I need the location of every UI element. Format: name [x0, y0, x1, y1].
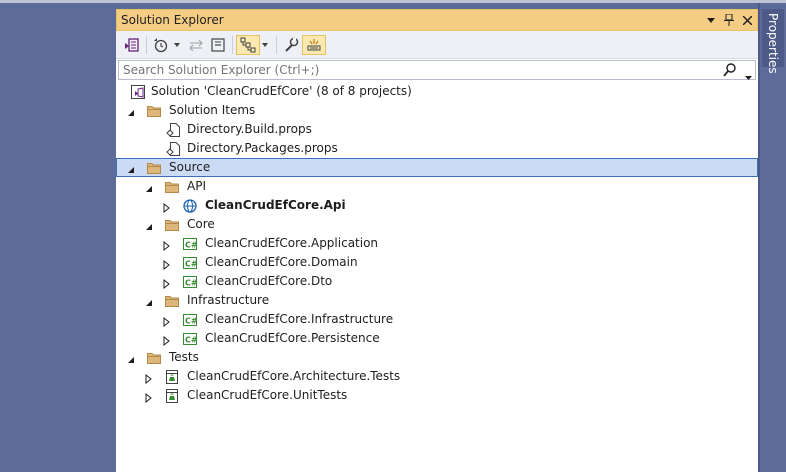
tree-item-persistence-project[interactable]: C# CleanCrudEfCore.Persistence: [116, 329, 758, 348]
tree-item-unit-tests-project[interactable]: CleanCrudEfCore.UnitTests: [116, 386, 758, 405]
tree-item-label: Infrastructure: [187, 293, 270, 307]
collapsed-arrow-icon[interactable]: [144, 371, 154, 385]
folder-icon: [146, 350, 162, 366]
csharp-project-icon: C#: [182, 274, 198, 290]
tree-item-label: Solution Items: [169, 103, 256, 117]
tree-item-domain-project[interactable]: C# CleanCrudEfCore.Domain: [116, 253, 758, 272]
properties-wrench-icon[interactable]: [280, 35, 302, 55]
tree-item-api-project[interactable]: CleanCrudEfCore.Api: [116, 196, 758, 215]
show-all-files-icon[interactable]: [236, 35, 260, 55]
close-icon[interactable]: [739, 12, 755, 28]
expanded-arrow-icon[interactable]: [126, 105, 136, 116]
properties-side-tab[interactable]: Properties: [762, 9, 784, 74]
collapsed-arrow-icon[interactable]: [162, 238, 172, 252]
pending-changes-filter-icon[interactable]: [150, 35, 172, 55]
csharp-project-icon: C#: [182, 236, 198, 252]
folder-icon: [164, 293, 180, 309]
tree-item-tests-folder[interactable]: Tests: [116, 348, 758, 367]
tree-item-application-project[interactable]: C# CleanCrudEfCore.Application: [116, 234, 758, 253]
folder-icon: [164, 217, 180, 233]
search-input[interactable]: [119, 61, 723, 79]
collapsed-arrow-icon[interactable]: [162, 257, 172, 271]
show-all-files-dropdown-chevron-icon[interactable]: [260, 35, 270, 55]
tree-item-directory-packages-props[interactable]: Directory.Packages.props: [116, 139, 758, 158]
test-project-icon: [164, 388, 180, 404]
search-box[interactable]: [118, 60, 756, 80]
expanded-arrow-icon[interactable]: [144, 181, 154, 192]
tree-item-solution[interactable]: Solution 'CleanCrudEfCore' (8 of 8 proje…: [116, 82, 758, 101]
expanded-arrow-icon[interactable]: [126, 352, 136, 363]
filter-dropdown-chevron-icon[interactable]: [172, 35, 182, 55]
window-position-dropdown-icon[interactable]: [703, 12, 719, 28]
sync-with-active-document-icon[interactable]: [186, 35, 206, 55]
pin-icon[interactable]: [721, 12, 737, 28]
tree-item-solution-items[interactable]: Solution Items: [116, 101, 758, 120]
svg-text:C#: C#: [185, 336, 198, 345]
side-tab-bar: Properties: [760, 3, 786, 472]
collapsed-arrow-icon[interactable]: [144, 390, 154, 404]
properties-side-tab-label: Properties: [766, 13, 780, 74]
panel-title-bar[interactable]: Solution Explorer: [116, 9, 758, 31]
search-icon[interactable]: [723, 63, 737, 82]
folder-icon: [146, 103, 162, 119]
tree-item-label: Directory.Build.props: [187, 122, 312, 136]
test-project-icon: [164, 369, 180, 385]
tree-item-label: Source: [169, 160, 211, 174]
panel-title: Solution Explorer: [121, 13, 224, 27]
solution-explorer-panel: Solution Explorer Search Solution Explor…: [116, 9, 758, 472]
tree-item-infrastructure-project[interactable]: C# CleanCrudEfCore.Infrastructure: [116, 310, 758, 329]
solution-icon: [130, 84, 146, 100]
web-project-icon: [182, 198, 198, 214]
collapsed-arrow-icon[interactable]: [162, 200, 172, 214]
tree-item-core-folder[interactable]: Core: [116, 215, 758, 234]
tree-item-label: CleanCrudEfCore.Application: [205, 236, 379, 250]
tree-item-api-folder[interactable]: API: [116, 177, 758, 196]
collapse-all-icon[interactable]: [208, 35, 228, 55]
tree-item-source[interactable]: Source: [116, 158, 758, 177]
switch-views-icon[interactable]: [120, 35, 142, 55]
file-icon: [166, 141, 182, 157]
svg-text:C#: C#: [185, 279, 198, 288]
expanded-arrow-icon[interactable]: [144, 295, 154, 306]
tree-item-label: Directory.Packages.props: [187, 141, 338, 155]
collapsed-arrow-icon[interactable]: [162, 276, 172, 290]
csharp-project-icon: C#: [182, 312, 198, 328]
tree-item-label: Core: [187, 217, 215, 231]
tree-item-label: API: [187, 179, 206, 193]
tree-item-directory-build-props[interactable]: Directory.Build.props: [116, 120, 758, 139]
file-icon: [166, 122, 182, 138]
svg-text:C#: C#: [185, 317, 198, 326]
tree-item-label: CleanCrudEfCore.UnitTests: [187, 388, 348, 402]
collapsed-arrow-icon[interactable]: [162, 333, 172, 347]
expanded-arrow-icon[interactable]: [126, 162, 136, 173]
window-top-strip: [0, 0, 786, 3]
csharp-project-icon: C#: [182, 255, 198, 271]
panel-toolbar: [116, 31, 758, 59]
tree-item-label: CleanCrudEfCore.Api: [205, 198, 346, 212]
tree-item-label: CleanCrudEfCore.Architecture.Tests: [187, 369, 401, 383]
collapsed-arrow-icon[interactable]: [162, 314, 172, 328]
preview-selected-items-icon[interactable]: [302, 35, 326, 55]
tree-item-label: CleanCrudEfCore.Domain: [205, 255, 358, 269]
svg-text:C#: C#: [185, 260, 198, 269]
tree-item-label: CleanCrudEfCore.Persistence: [205, 331, 380, 345]
csharp-project-icon: C#: [182, 331, 198, 347]
tree-item-architecture-tests-project[interactable]: CleanCrudEfCore.Architecture.Tests: [116, 367, 758, 386]
tree-item-label: Tests: [169, 350, 199, 364]
svg-text:C#: C#: [185, 241, 198, 250]
expanded-arrow-icon[interactable]: [144, 219, 154, 230]
tree-item-label: CleanCrudEfCore.Dto: [205, 274, 333, 288]
tree-item-label: Solution 'CleanCrudEfCore' (8 of 8 proje…: [151, 84, 412, 98]
tree-item-label: CleanCrudEfCore.Infrastructure: [205, 312, 394, 326]
tree-item-dto-project[interactable]: C# CleanCrudEfCore.Dto: [116, 272, 758, 291]
folder-icon: [164, 179, 180, 195]
tree-item-infrastructure-folder[interactable]: Infrastructure: [116, 291, 758, 310]
folder-icon: [146, 160, 162, 176]
